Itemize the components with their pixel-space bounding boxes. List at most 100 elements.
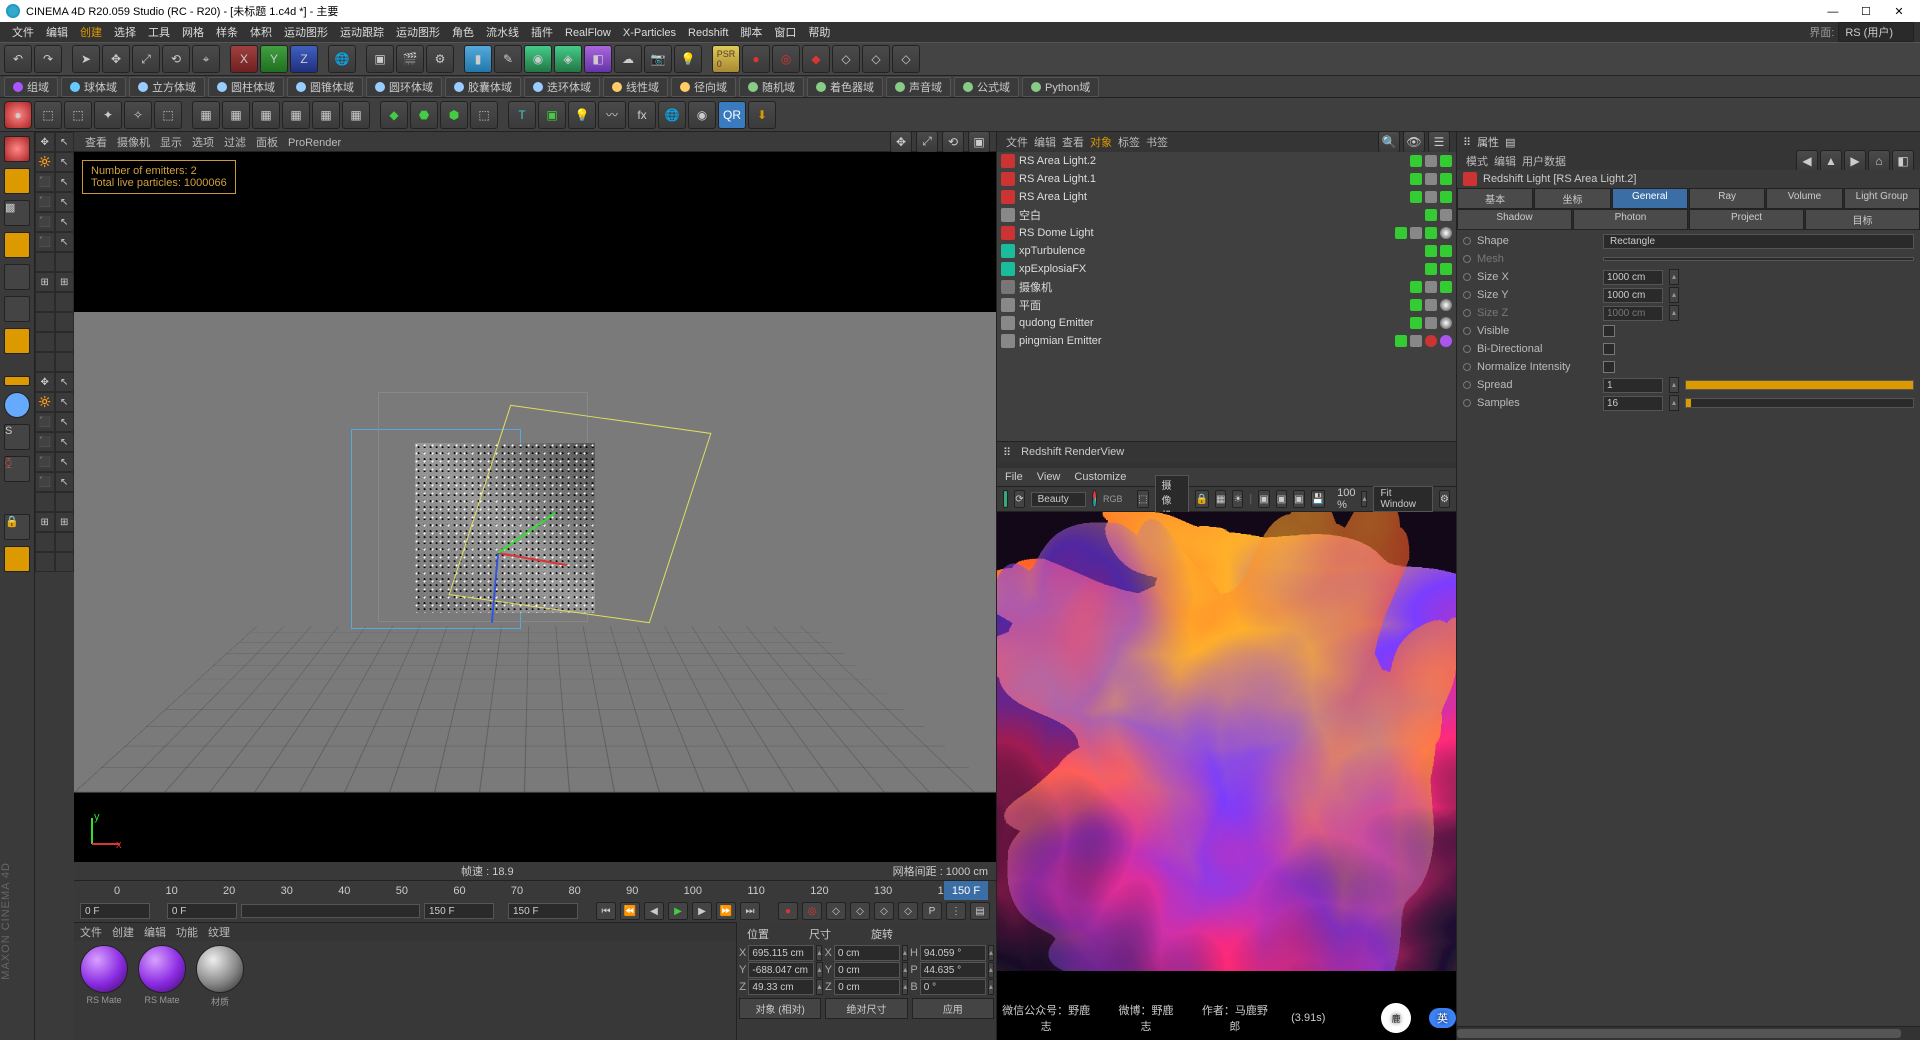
vpmenu-4[interactable]: 过滤 — [219, 137, 251, 149]
obj-tag[interactable] — [1425, 155, 1437, 167]
matmenu-3[interactable]: 功能 — [176, 924, 198, 940]
curve-tool-button[interactable]: 〰 — [598, 101, 626, 129]
grid-f-button[interactable]: ▦ — [342, 101, 370, 129]
spinner-icon[interactable]: ▴ — [1669, 377, 1679, 393]
menu-17[interactable]: 脚本 — [734, 27, 768, 39]
grid-a-button[interactable]: ▦ — [192, 101, 220, 129]
matmenu-1[interactable]: 创建 — [112, 924, 134, 940]
attr-next-button[interactable]: ▶ — [1844, 150, 1866, 172]
range-end-input[interactable] — [508, 903, 578, 919]
toolcell-2-0[interactable]: ⬛ — [35, 172, 55, 192]
toolcell-1-0[interactable]: 🔆 — [35, 152, 55, 172]
vpmenu-3[interactable]: 选项 — [187, 137, 219, 149]
redo-button[interactable]: ↷ — [34, 45, 62, 73]
key-r-button[interactable]: ◇ — [874, 902, 894, 920]
obj-tag[interactable] — [1410, 227, 1422, 239]
field-pill-13[interactable]: 公式域 — [954, 77, 1019, 97]
obj-tag[interactable] — [1440, 155, 1452, 167]
obj-row-9[interactable]: qudong Emitter — [997, 314, 1456, 332]
play-button[interactable]: ▶ — [668, 902, 688, 920]
field-pill-3[interactable]: 圆柱体域 — [208, 77, 284, 97]
autokey2-button[interactable]: ◎ — [802, 902, 822, 920]
vp-nav-c-button[interactable]: ⟲ — [942, 131, 964, 153]
texture-mode-button[interactable]: ▩ — [4, 200, 30, 226]
field-pill-12[interactable]: 声音域 — [886, 77, 951, 97]
axis-x-button[interactable]: X — [230, 45, 258, 73]
menu-9[interactable]: 运动跟踪 — [334, 27, 390, 39]
layout-selector[interactable]: RS (用户) — [1838, 22, 1914, 42]
green-d-button[interactable]: ⬚ — [470, 101, 498, 129]
toolcell-13-1[interactable]: ↖ — [55, 392, 75, 412]
coord-s-1[interactable] — [834, 962, 900, 978]
rv-settings-button[interactable]: ⚙ — [1439, 490, 1450, 508]
menu-0[interactable]: 文件 — [6, 27, 40, 39]
cube-tool-button[interactable]: ▣ — [538, 101, 566, 129]
rv-save-button[interactable]: 💾 — [1311, 490, 1325, 508]
obj-tag[interactable] — [1440, 209, 1452, 221]
field-pill-2[interactable]: 立方体域 — [129, 77, 205, 97]
attr-tab1-0[interactable]: 基本 — [1457, 188, 1533, 209]
vp-nav-a-button[interactable]: ✥ — [890, 131, 912, 153]
keyframe-button[interactable]: ◆ — [802, 45, 830, 73]
toolcell-2-1[interactable]: ↖ — [55, 172, 75, 192]
menu-2[interactable]: 创建 — [74, 27, 108, 39]
range-start-input[interactable] — [80, 903, 150, 919]
render-settings-button[interactable]: ⚙ — [426, 45, 454, 73]
obj-tag[interactable] — [1410, 173, 1422, 185]
toolcell-5-1[interactable]: ↖ — [55, 232, 75, 252]
menu-19[interactable]: 帮助 — [802, 27, 836, 39]
attr-sizey-input[interactable] — [1603, 288, 1663, 303]
vpmenu-6[interactable]: ProRender — [283, 137, 346, 149]
toolcell-16-0[interactable]: ⬛ — [35, 452, 55, 472]
toolcell-8-1[interactable] — [55, 292, 75, 312]
toolcell-10-1[interactable] — [55, 332, 75, 352]
rv-grip-icon[interactable]: ⠿ — [1003, 446, 1011, 459]
vp-nav-b-button[interactable]: ⤢ — [916, 131, 938, 153]
field-pill-4[interactable]: 圆锥体域 — [287, 77, 363, 97]
toolcell-13-0[interactable]: 🔆 — [35, 392, 55, 412]
coord-r-2[interactable] — [920, 979, 986, 995]
step-back-button[interactable]: ⏪ — [620, 902, 640, 920]
obj-row-0[interactable]: RS Area Light.2 — [997, 152, 1456, 170]
point-mode-button[interactable] — [4, 264, 30, 290]
coord-r-0[interactable] — [920, 945, 986, 961]
attr-tab2-3[interactable]: 目标 — [1805, 209, 1920, 230]
prev-frame-button[interactable]: ◀ — [644, 902, 664, 920]
attr-up-button[interactable]: ▲ — [1820, 150, 1842, 172]
obj-tag[interactable] — [1410, 281, 1422, 293]
toolcell-11-0[interactable] — [35, 352, 55, 372]
toolcell-3-1[interactable]: ↖ — [55, 192, 75, 212]
rv-snap-b-button[interactable]: ▣ — [1276, 490, 1287, 508]
matmenu-4[interactable]: 纹理 — [208, 924, 230, 940]
menu-14[interactable]: RealFlow — [559, 27, 617, 39]
vp-nav-d-button[interactable]: ▣ — [968, 131, 990, 153]
attr-shape-select[interactable]: Rectangle — [1603, 234, 1914, 249]
range-b-input[interactable] — [424, 903, 494, 919]
obj-row-1[interactable]: RS Area Light.1 — [997, 170, 1456, 188]
toolcell-12-0[interactable]: ✥ — [35, 372, 55, 392]
rv-zoom-spinner[interactable]: ▴ — [1361, 491, 1367, 507]
obj-tag[interactable] — [1440, 263, 1452, 275]
rvmenu-0[interactable]: File — [1005, 471, 1023, 483]
toolcell-4-0[interactable]: ⬛ — [35, 212, 55, 232]
render-view-button[interactable]: ▣ — [366, 45, 394, 73]
attr-hscrollbar[interactable] — [1457, 1026, 1920, 1040]
attr-spread-slider[interactable] — [1685, 380, 1914, 390]
edge-mode-button[interactable] — [4, 296, 30, 322]
next-frame-button[interactable]: ▶ — [692, 902, 712, 920]
poly-mode-button[interactable] — [4, 328, 30, 354]
menu-18[interactable]: 窗口 — [768, 27, 802, 39]
attr-norm-checkbox[interactable] — [1603, 361, 1615, 373]
menu-12[interactable]: 流水线 — [480, 27, 525, 39]
globe-tool-button[interactable]: 🌐 — [658, 101, 686, 129]
goto-end-button[interactable]: ⏭ — [740, 902, 760, 920]
green-a-button[interactable]: ◆ — [380, 101, 408, 129]
material-item-1[interactable]: RS Mate — [136, 945, 188, 1036]
undo-button[interactable]: ↶ — [4, 45, 32, 73]
snap-s-button[interactable]: S — [4, 424, 30, 450]
attr-samples-slider[interactable] — [1685, 398, 1914, 408]
key-opt2-button[interactable]: ▤ — [970, 902, 990, 920]
menu-4[interactable]: 工具 — [142, 27, 176, 39]
spiral-tool-button[interactable]: ◉ — [688, 101, 716, 129]
rv-rgb-button[interactable] — [1092, 490, 1097, 508]
